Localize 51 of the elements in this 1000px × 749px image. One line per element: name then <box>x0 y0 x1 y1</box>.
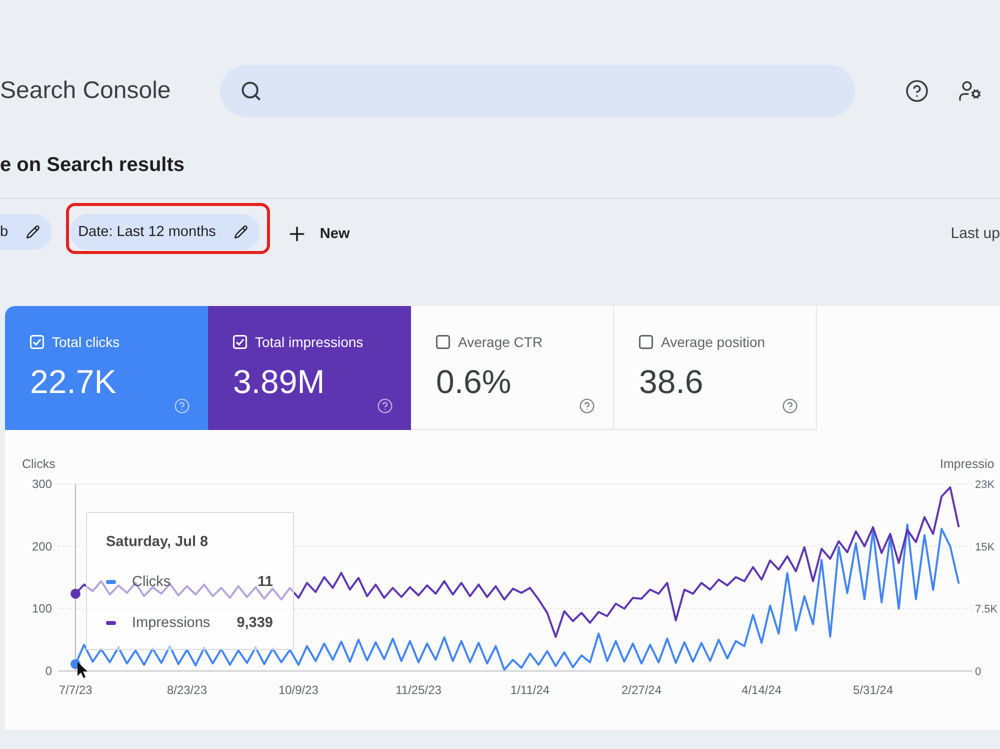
x-axis-label: 4/14/24 <box>742 683 782 697</box>
y-axis-label: 300 <box>32 477 52 491</box>
filter-chip[interactable]: Date: Last 12 months <box>70 214 260 250</box>
search-field[interactable] <box>220 65 855 117</box>
x-axis-label: 11/25/23 <box>396 683 442 697</box>
cursor-icon <box>78 662 88 678</box>
tooltip-label: Clicks <box>132 574 171 590</box>
search-icon <box>240 80 262 102</box>
user-settings-icon[interactable] <box>958 79 982 103</box>
metric-card[interactable]: Average CTR 0.6% <box>411 306 614 430</box>
metric-value: 22.7K <box>30 364 116 400</box>
metric-card[interactable]: Average position 38.6 <box>614 306 817 430</box>
x-axis-label: 5/31/24 <box>853 683 894 697</box>
pencil-icon <box>234 225 248 239</box>
metric-label: Average position <box>661 334 766 350</box>
help-icon[interactable] <box>782 398 798 414</box>
metric-value: 3.89M <box>233 364 325 400</box>
metric-label: Average CTR <box>458 334 543 350</box>
new-filter-button[interactable]: New <box>282 216 354 252</box>
axis-title: Clicks <box>22 457 56 471</box>
tooltip-value: 11 <box>258 574 273 590</box>
x-axis-label: 10/9/23 <box>278 683 318 697</box>
y-axis-label: 200 <box>32 539 52 554</box>
y-axis-label: 0 <box>975 666 982 678</box>
help-icon[interactable] <box>579 398 595 414</box>
axis-title: Impressio <box>940 457 994 471</box>
metric-label: Total clicks <box>52 334 120 350</box>
y-axis-label: 100 <box>32 602 52 616</box>
help-icon[interactable] <box>905 79 929 103</box>
x-axis-label: 1/11/24 <box>510 683 550 697</box>
product-name: Search Console <box>0 77 171 105</box>
checkbox[interactable] <box>436 335 450 349</box>
y-axis-label: 23K <box>975 479 995 491</box>
x-axis-label: 7/7/23 <box>58 683 92 697</box>
last-updated-text: Last up <box>950 224 1000 244</box>
pencil-icon <box>26 225 40 239</box>
tooltip-title: Saturday, Jul 8 <box>106 533 208 552</box>
page-title: e on Search results <box>0 153 185 177</box>
checkbox[interactable] <box>639 335 653 349</box>
x-axis-label: 2/27/24 <box>621 683 662 697</box>
y-axis-label: 0 <box>45 664 52 678</box>
filter-chip[interactable]: b <box>0 214 52 250</box>
metric-value: 38.6 <box>639 364 704 400</box>
tooltip-value: 9,339 <box>236 615 273 631</box>
metric-value: 0.6% <box>436 364 512 400</box>
x-axis-label: 8/23/23 <box>166 683 207 697</box>
y-axis-label: 15K <box>975 541 995 554</box>
y-axis-label: 7.5K <box>975 604 998 616</box>
hover-point <box>70 588 80 599</box>
tooltip-label: Impressions <box>132 615 210 631</box>
metric-label: Total impressions <box>255 334 364 350</box>
